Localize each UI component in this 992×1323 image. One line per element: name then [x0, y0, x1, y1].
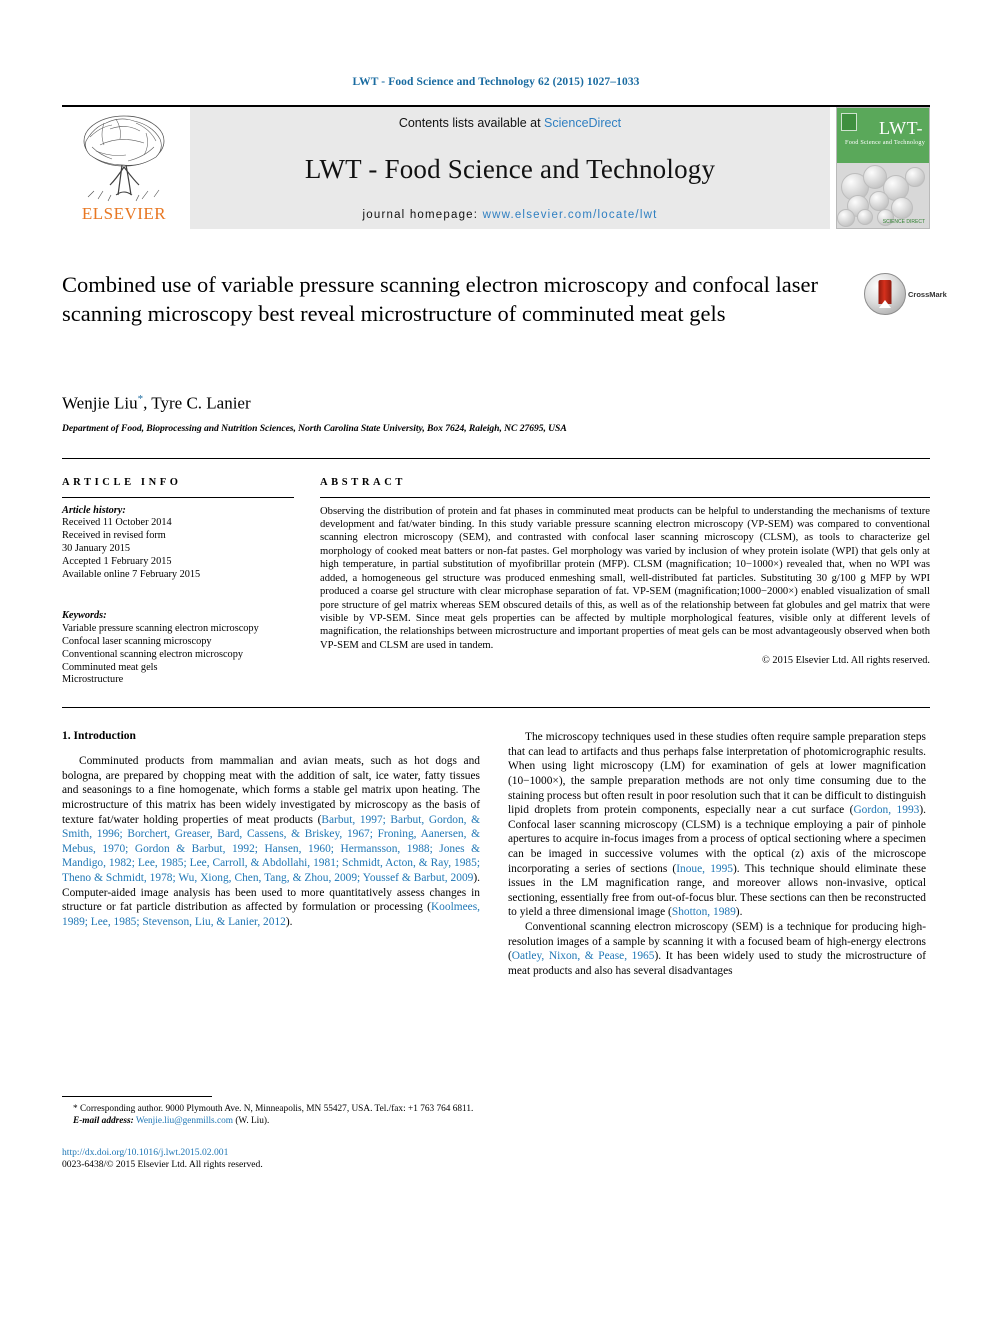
paragraph-text: ). [285, 915, 293, 928]
author-list: Wenjie Liu*, Tyre C. Lanier [62, 393, 930, 414]
citation-group[interactable]: Shotton, 1989 [672, 906, 736, 918]
elsevier-logo: ELSEVIER [62, 107, 186, 229]
keyword-item: Conventional scanning electron microscop… [62, 648, 244, 660]
journal-title: LWT - Food Science and Technology [304, 154, 716, 184]
homepage-url-link[interactable]: www.elsevier.com/locate/lwt [483, 209, 658, 221]
email-label: E-mail address: [73, 1116, 134, 1127]
paragraph: The microscopy techniques used in these … [508, 730, 926, 920]
abstract-heading: ABSTRACT [320, 476, 406, 488]
running-head: LWT - Food Science and Technology 62 (20… [352, 76, 640, 88]
cover-footer-text: SCIENCE DIRECT [882, 219, 925, 225]
abstract-text: Observing the distribution of protein an… [320, 505, 930, 651]
info-abstract-area: ARTICLE INFO Article history: Received 1… [62, 457, 930, 688]
footnote-rule [62, 1095, 212, 1097]
doi-block: http://dx.doi.org/10.1016/j.lwt.2015.02.… [62, 1147, 480, 1170]
article-history-label: Article history: [62, 504, 126, 516]
journal-homepage: journal homepage: www.elsevier.com/locat… [363, 209, 658, 221]
keyword-item: Confocal laser scanning microscopy [62, 636, 212, 648]
citation-group[interactable]: Inoue, 1995 [676, 863, 733, 875]
email-note: E-mail address: Wenjie.liu@genmills.com … [62, 1115, 480, 1127]
article-page: LWT - Food Science and Technology 62 (20… [0, 0, 992, 1323]
body-area: 1. Introduction Comminuted products from… [62, 707, 930, 1170]
abstract-copyright: © 2015 Elsevier Ltd. All rights reserved… [762, 655, 930, 667]
citation-group[interactable]: Oatley, Nixon, & Pease, 1965 [512, 950, 655, 962]
journal-masthead: ELSEVIER Contents lists available at Sci… [62, 105, 930, 229]
corresponding-author-note: * Corresponding author. 9000 Plymouth Av… [62, 1103, 480, 1115]
cover-title: LWT- [879, 118, 923, 138]
title-block: Combined use of variable pressure scanni… [62, 271, 947, 375]
affiliation: Department of Food, Bioprocessing and Nu… [62, 422, 567, 434]
footnote-area: * Corresponding author. 9000 Plymouth Av… [62, 1095, 480, 1170]
keyword-item: Variable pressure scanning electron micr… [62, 623, 259, 635]
journal-cover-thumbnail[interactable]: LWT- Food Science and Technology SCIENCE… [836, 107, 930, 229]
elsevier-tree-icon [83, 115, 165, 202]
homepage-label: journal homepage: [362, 209, 483, 221]
keyword-item: Microstructure [62, 674, 124, 686]
citation-group[interactable]: Gordon, 1993 [853, 804, 919, 816]
author-primary: Wenjie Liu [62, 393, 138, 413]
history-item: Received in revised form [62, 530, 166, 542]
cover-subtitle: Food Science and Technology [845, 139, 925, 146]
crossmark-label: CrossMark [908, 289, 947, 299]
elsevier-wordmark: ELSEVIER [81, 204, 167, 223]
doi-link[interactable]: http://dx.doi.org/10.1016/j.lwt.2015.02.… [62, 1147, 480, 1158]
section-heading-introduction: 1. Introduction [62, 730, 136, 743]
paragraph: Comminuted products from mammalian and a… [62, 754, 480, 929]
history-item: Available online 7 February 2015 [62, 568, 201, 580]
crossmark-icon [864, 273, 906, 315]
paragraph-text: ). [735, 906, 743, 919]
footnote-text: Corresponding author. 9000 Plymouth Ave.… [77, 1103, 474, 1114]
keyword-item: Comminuted meat gels [62, 661, 158, 673]
abstract-column: ABSTRACT Observing the distribution of p… [320, 477, 930, 688]
history-item: 30 January 2015 [62, 543, 131, 555]
email-link[interactable]: Wenjie.liu@genmills.com [136, 1116, 233, 1126]
crossmark-badge[interactable]: CrossMark [864, 271, 947, 317]
article-history: Article history: Received 11 October 201… [62, 498, 294, 582]
keywords-block: Keywords: Variable pressure scanning ele… [62, 603, 294, 687]
article-info-column: ARTICLE INFO Article history: Received 1… [62, 477, 294, 688]
contents-line: Contents lists available at ScienceDirec… [399, 116, 621, 130]
keywords-label: Keywords: [62, 610, 107, 622]
history-item: Received 11 October 2014 [62, 517, 172, 529]
journal-banner: Contents lists available at ScienceDirec… [190, 107, 830, 229]
contents-prefix: Contents lists available at [398, 116, 545, 130]
paragraph: Conventional scanning electron microscop… [508, 920, 926, 978]
body-column-right: The microscopy techniques used in these … [508, 730, 926, 1170]
email-suffix: (W. Liu). [233, 1116, 270, 1127]
body-column-left: 1. Introduction Comminuted products from… [62, 730, 480, 1170]
sciencedirect-link[interactable]: ScienceDirect [544, 116, 621, 130]
cover-elsevier-mark [841, 113, 857, 131]
issn-copyright: 0023-6438/© 2015 Elsevier Ltd. All right… [62, 1159, 263, 1171]
page-title: Combined use of variable pressure scanni… [62, 272, 818, 326]
history-item: Accepted 1 February 2015 [62, 555, 172, 567]
author-secondary: , Tyre C. Lanier [143, 393, 251, 413]
article-info-heading: ARTICLE INFO [62, 476, 182, 488]
